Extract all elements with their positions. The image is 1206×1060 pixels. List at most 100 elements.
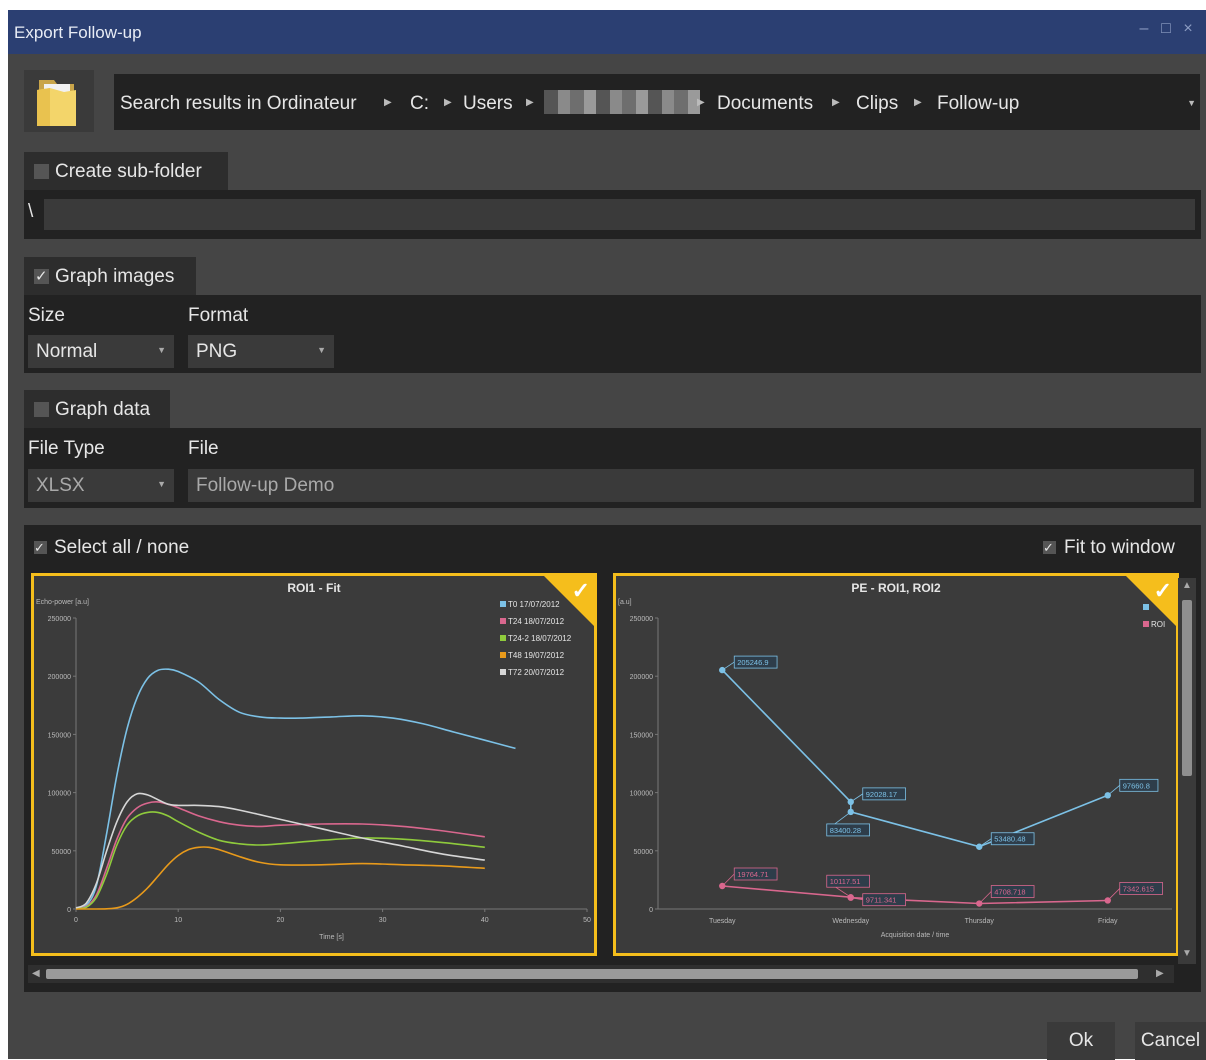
x-tick-label: Wednesday (832, 918, 869, 925)
subfolder-prefix: \ (28, 201, 34, 222)
scroll-down-icon[interactable]: ▼ (1182, 948, 1192, 959)
file-name-input[interactable]: Follow-up Demo (188, 469, 1194, 502)
breadcrumb-documents[interactable]: Documents (717, 93, 813, 115)
y-tick-label: 0 (67, 907, 71, 914)
y-tick-label: 100000 (48, 791, 71, 798)
x-tick-label: 30 (379, 917, 387, 924)
series-line-4 (75, 792, 485, 909)
maximize-icon[interactable]: □ (1158, 21, 1174, 37)
file-type-label: File Type (28, 438, 105, 459)
series-line-1 (75, 801, 485, 909)
x-axis-label: Acquisition date / time (881, 932, 950, 939)
series-line-0 (721, 669, 1109, 848)
y-tick-label: 100000 (630, 791, 653, 798)
breadcrumb-separator-icon[interactable]: ▶ (914, 97, 922, 108)
chevron-down-icon: ▼ (317, 345, 326, 355)
file-label: File (188, 438, 219, 459)
scroll-left-icon[interactable]: ◀ (32, 968, 40, 979)
folder-icon[interactable] (24, 70, 94, 132)
tab-graph-data[interactable]: Graph data (24, 390, 170, 428)
x-axis-label: Time [s] (319, 934, 344, 941)
graph-selection-panel: ✓ Select all / none ✓ Fit to window ROI1… (24, 525, 1201, 992)
data-label-leader (722, 661, 735, 671)
scroll-up-icon[interactable]: ▲ (1182, 580, 1192, 591)
subfolder-section: \ (24, 190, 1201, 239)
format-dropdown[interactable]: PNG ▼ (188, 335, 334, 368)
file-type-dropdown[interactable]: XLSX ▼ (28, 469, 174, 502)
legend-swatch (500, 652, 506, 658)
breadcrumb-separator-icon[interactable]: ▶ (384, 97, 392, 108)
selected-check-icon: ✓ (571, 578, 590, 603)
data-label-leader (721, 873, 735, 887)
size-value: Normal (36, 341, 98, 362)
y-tick-label: 250000 (48, 616, 71, 623)
cancel-button[interactable]: Cancel (1135, 1022, 1206, 1060)
breadcrumb-drive[interactable]: C: (410, 93, 429, 115)
legend-swatch (500, 601, 506, 607)
legend-swatch (500, 635, 506, 641)
title-bar[interactable]: Export Follow-up – □ × (8, 10, 1206, 54)
chevron-down-icon: ▼ (157, 479, 166, 489)
x-tick-label: 50 (583, 917, 591, 924)
breadcrumb-followup[interactable]: Follow-up (937, 93, 1019, 115)
x-tick-label: 0 (74, 917, 78, 924)
breadcrumb-username-redacted[interactable] (544, 90, 700, 114)
breadcrumb-separator-icon[interactable]: ▶ (444, 97, 452, 108)
series-line-3 (75, 846, 485, 910)
breadcrumb-search-results[interactable]: Search results in Ordinateur (120, 93, 357, 115)
minimize-icon[interactable]: – (1136, 21, 1152, 37)
roi1-fit-chart: ROI1 - Fit Echo-power [a.u] 0 50000 100000 15… (36, 581, 591, 941)
data-label: 4708.718 (994, 888, 1025, 897)
data-point (847, 808, 854, 816)
graph-data-checkbox[interactable] (34, 402, 49, 417)
chart-card-roi1-fit[interactable]: ROI1 - Fit Echo-power [a.u] 0 50000 100000 15… (31, 573, 597, 956)
graph-images-checkbox[interactable]: ✓ (34, 269, 49, 284)
data-label: 9711.341 (866, 896, 897, 905)
fit-to-window-label[interactable]: Fit to window (1064, 537, 1175, 559)
data-label: 19764.71 (737, 870, 768, 879)
legend-swatch (500, 618, 506, 624)
select-all-checkbox[interactable]: ✓ (34, 540, 47, 555)
format-label: Format (188, 305, 249, 326)
y-tick-label: 200000 (630, 674, 653, 681)
x-tick-label: 40 (481, 917, 489, 924)
graph-images-section: Size Format Normal ▼ PNG ▼ (24, 295, 1201, 373)
x-tick-label: Friday (1098, 918, 1118, 925)
select-all-label[interactable]: Select all / none (54, 537, 189, 559)
horizontal-scrollbar[interactable]: ◀ ▶ (28, 965, 1174, 983)
address-dropdown-icon[interactable]: ▼ (1187, 98, 1196, 108)
horizontal-scroll-thumb[interactable] (46, 969, 1138, 979)
y-tick-label: 50000 (634, 849, 654, 856)
breadcrumb-separator-icon[interactable]: ▶ (526, 97, 534, 108)
y-axis-label: Echo-power [a.u] (36, 599, 89, 606)
address-bar[interactable]: Search results in Ordinateur ▶ C: ▶ User… (114, 74, 1200, 130)
size-dropdown[interactable]: Normal ▼ (28, 335, 174, 368)
series-line-1 (722, 885, 1108, 905)
tab-create-subfolder[interactable]: Create sub-folder (24, 152, 228, 190)
check-icon: ✓ (35, 268, 48, 285)
data-label: 83400.28 (830, 826, 861, 835)
data-label-leader (1107, 888, 1121, 901)
chart-title: ROI1 - Fit (287, 581, 340, 595)
breadcrumb-separator-icon[interactable]: ▶ (697, 97, 705, 108)
vertical-scroll-thumb[interactable] (1182, 600, 1192, 776)
subfolder-input[interactable] (44, 199, 1195, 230)
vertical-scrollbar[interactable]: ▲ ▼ (1178, 578, 1196, 964)
tab-graph-images[interactable]: ✓ Graph images (24, 257, 196, 295)
breadcrumb-users[interactable]: Users (463, 93, 513, 115)
close-icon[interactable]: × (1180, 21, 1196, 37)
check-icon: ✓ (34, 540, 45, 555)
fit-to-window-checkbox[interactable]: ✓ (1043, 540, 1056, 555)
size-label: Size (28, 305, 65, 326)
data-label-leader (850, 793, 863, 803)
create-subfolder-checkbox[interactable] (34, 164, 49, 179)
legend-label: T24-2 18/07/2012 (508, 634, 572, 643)
scroll-right-icon[interactable]: ▶ (1156, 968, 1164, 979)
chart-card-pe-roi[interactable]: PE - ROI1, ROI2 [a.u] 0 50000 100000 150000 20… (613, 573, 1179, 956)
breadcrumb-separator-icon[interactable]: ▶ (832, 97, 840, 108)
y-axis-label: [a.u] (618, 599, 632, 606)
legend-swatch (500, 669, 506, 675)
ok-button[interactable]: Ok (1047, 1022, 1115, 1060)
breadcrumb-clips[interactable]: Clips (856, 93, 898, 115)
selected-check-icon: ✓ (1153, 578, 1172, 603)
